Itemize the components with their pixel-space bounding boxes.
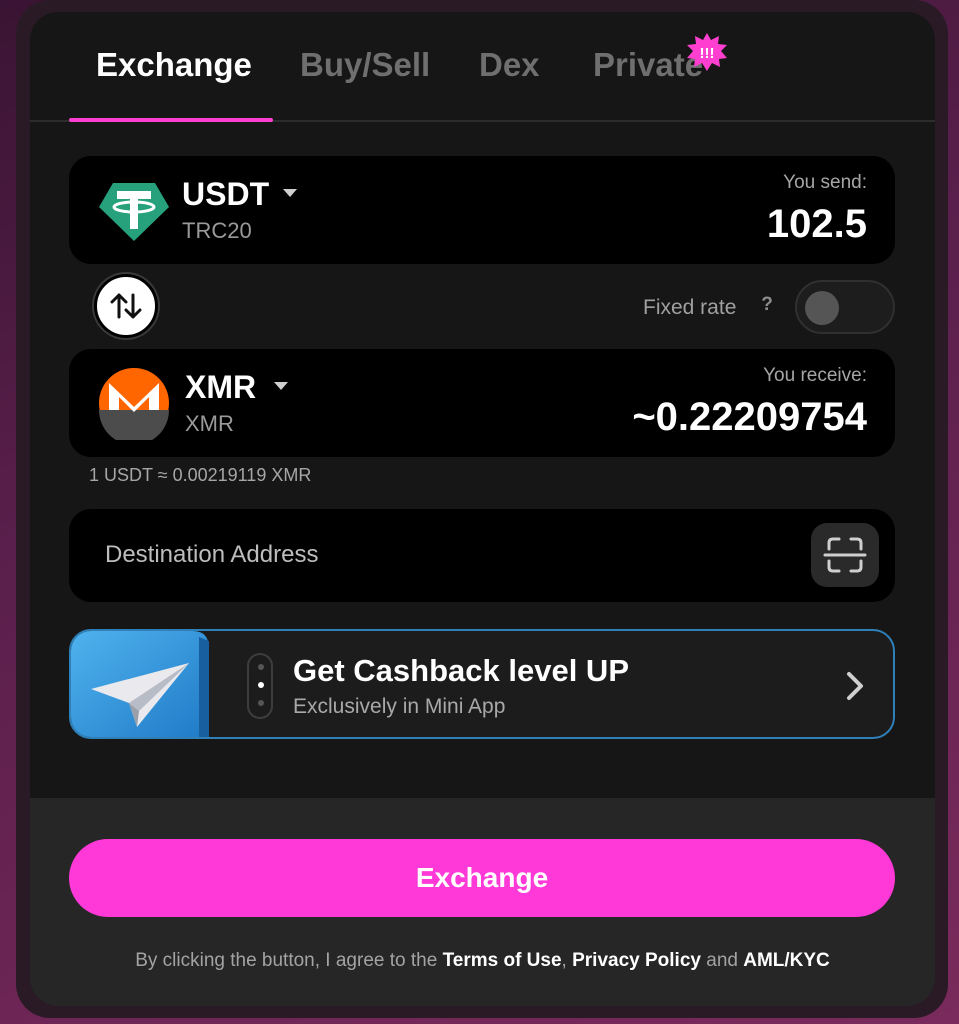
pager-dots xyxy=(247,653,273,719)
destination-panel xyxy=(69,509,895,602)
promo-subtitle: Exclusively in Mini App xyxy=(293,695,506,718)
telegram-plane-icon xyxy=(71,631,209,737)
tab-exchange[interactable]: Exchange xyxy=(96,46,252,84)
cashback-promo-banner[interactable]: Get Cashback level UP Exclusively in Min… xyxy=(69,629,895,739)
send-amount-input[interactable]: 102.5 xyxy=(767,202,867,247)
privacy-policy-link[interactable]: Privacy Policy xyxy=(572,950,701,971)
receive-coin-network: XMR xyxy=(185,411,234,436)
send-coin-network: TRC20 xyxy=(182,218,252,243)
send-coin-dropdown-icon[interactable] xyxy=(283,189,297,197)
toggle-knob xyxy=(805,291,839,325)
tether-icon xyxy=(99,183,169,241)
monero-icon xyxy=(99,368,169,440)
aml-kyc-link[interactable]: AML/KYC xyxy=(743,950,830,971)
tab-bar: Exchange Buy/Sell Dex Private !!! xyxy=(30,12,935,122)
tab-buy-sell[interactable]: Buy/Sell xyxy=(300,46,430,84)
new-badge-icon: !!! xyxy=(687,33,727,71)
receive-amount-label: You receive: xyxy=(763,365,867,386)
fixed-rate-label: Fixed rate xyxy=(643,296,737,319)
terms-of-use-link[interactable]: Terms of Use xyxy=(443,950,562,971)
exchange-rate-text: 1 USDT ≈ 0.00219119 XMR xyxy=(89,465,312,485)
receive-amount: ~0.22209754 xyxy=(632,395,867,439)
swap-arrows-icon xyxy=(110,293,142,319)
legal-comma: , xyxy=(561,950,573,971)
legal-prefix: By clicking the button, I agree to the xyxy=(135,950,443,971)
receive-coin-dropdown-icon[interactable] xyxy=(274,382,288,390)
send-coin-name[interactable]: USDT xyxy=(182,176,269,213)
send-amount-label: You send: xyxy=(783,172,867,193)
receive-coin-name[interactable]: XMR xyxy=(185,369,256,406)
tab-dex[interactable]: Dex xyxy=(479,46,540,84)
exchange-button[interactable]: Exchange xyxy=(69,839,895,917)
exchange-card: Exchange Buy/Sell Dex Private !!! USDT T… xyxy=(30,12,935,1006)
swap-direction-button[interactable] xyxy=(94,274,158,338)
scan-icon xyxy=(823,537,867,573)
footer: Exchange By clicking the button, I agree… xyxy=(30,798,935,1006)
promo-title: Get Cashback level UP xyxy=(293,653,629,688)
new-badge-text: !!! xyxy=(700,45,715,62)
fixed-rate-toggle[interactable] xyxy=(795,280,895,334)
legal-notice: By clicking the button, I agree to the T… xyxy=(30,950,935,972)
send-panel: USDT TRC20 You send: 102.5 xyxy=(69,156,895,264)
scan-qr-button[interactable] xyxy=(811,523,879,587)
destination-address-input[interactable] xyxy=(105,537,765,573)
help-icon[interactable]: ? xyxy=(754,292,780,318)
receive-panel: XMR XMR You receive: ~0.22209754 xyxy=(69,349,895,457)
active-tab-indicator xyxy=(69,118,273,122)
chevron-right-icon xyxy=(847,672,863,700)
legal-and: and xyxy=(700,950,744,971)
